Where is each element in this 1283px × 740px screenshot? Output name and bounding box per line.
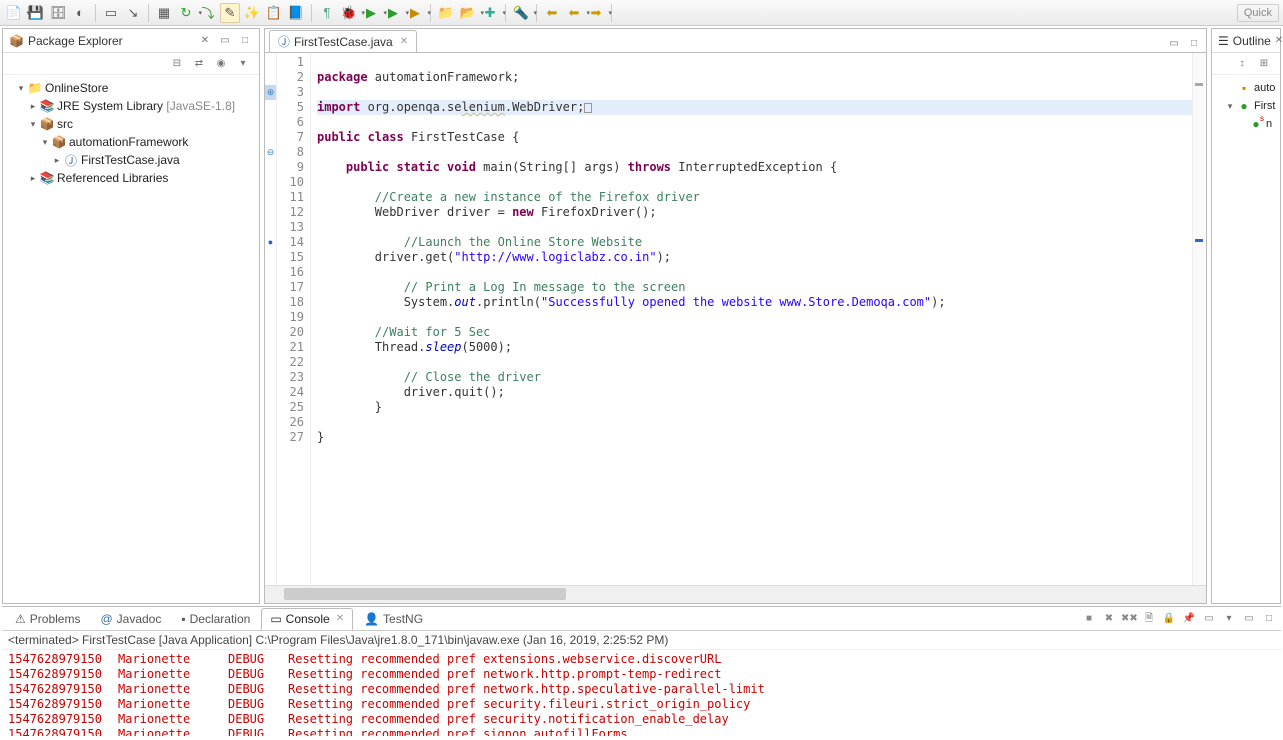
outline-class[interactable]: ▾●First: [1212, 97, 1280, 115]
wand-icon[interactable]: ✎: [220, 3, 240, 23]
console-line: 1547628979150MarionetteDEBUGResetting re…: [8, 727, 1275, 736]
project-node[interactable]: ▾📁OnlineStore: [3, 79, 259, 97]
tab-close-icon[interactable]: ✕: [400, 36, 408, 47]
package-node[interactable]: ▾📦automationFramework: [3, 133, 259, 151]
save-icon[interactable]: 💾: [26, 3, 46, 23]
console-line: 1547628979150MarionetteDEBUGResetting re…: [8, 697, 1275, 712]
sort-icon[interactable]: ↕: [1234, 56, 1250, 72]
code-editor[interactable]: package automationFramework; import org.…: [311, 53, 1192, 585]
maximize-icon[interactable]: □: [1186, 36, 1202, 52]
outline-method[interactable]: ●sn: [1212, 115, 1280, 133]
tab-close-icon[interactable]: ✕: [1275, 33, 1283, 49]
step-icon[interactable]: ⤵: [198, 3, 218, 23]
referenced-libs-node[interactable]: ▸📚Referenced Libraries: [3, 169, 259, 187]
new-class-icon[interactable]: ✚: [480, 3, 500, 23]
search-icon[interactable]: 🔦: [511, 3, 531, 23]
panel-title: Package Explorer: [28, 34, 193, 48]
book-icon[interactable]: 📘: [286, 3, 306, 23]
link-icon[interactable]: ↘: [123, 3, 143, 23]
terminated-label: <terminated> FirstTestCase [Java Applica…: [2, 631, 1281, 650]
save-all-icon[interactable]: 🗄: [48, 3, 68, 23]
display-icon[interactable]: ▭: [1201, 611, 1217, 627]
refresh-icon[interactable]: ↻: [176, 3, 196, 23]
outline-pkg[interactable]: ▪auto: [1212, 79, 1280, 97]
coverage-icon[interactable]: ▶: [383, 3, 403, 23]
menu-icon[interactable]: ▾: [235, 56, 251, 72]
remove-icon[interactable]: ✖: [1101, 611, 1117, 627]
line-gutter[interactable]: 1235678910111213141516171819202122232425…: [277, 53, 311, 585]
grid-icon[interactable]: ▦: [154, 3, 174, 23]
java-file-node[interactable]: ▸ⒿFirstTestCase.java: [3, 151, 259, 169]
maximize-icon[interactable]: □: [237, 33, 253, 49]
open-console-icon[interactable]: ▾: [1221, 611, 1237, 627]
filter-icon[interactable]: ⊞: [1256, 56, 1272, 72]
minimize-icon[interactable]: ▭: [1241, 611, 1257, 627]
fwd-icon[interactable]: ➡: [586, 3, 606, 23]
clear-icon[interactable]: 🗎: [1141, 611, 1157, 627]
panel-title: Outline: [1233, 34, 1271, 48]
src-node[interactable]: ▾📦src: [3, 115, 259, 133]
at-icon: @: [100, 612, 112, 626]
minimize-icon[interactable]: ▭: [1166, 36, 1182, 52]
magic-icon[interactable]: ✨: [242, 3, 262, 23]
switch-icon[interactable]: ◐: [70, 3, 90, 23]
scroll-lock-icon[interactable]: 🔒: [1161, 611, 1177, 627]
tab-close-icon[interactable]: ✕: [197, 33, 213, 49]
warning-icon: ⚠: [15, 612, 26, 626]
console-line: 1547628979150MarionetteDEBUGResetting re…: [8, 682, 1275, 697]
console-icon: ▭: [270, 612, 281, 626]
tab-label: FirstTestCase.java: [294, 35, 393, 49]
open-type-icon[interactable]: 📂: [458, 3, 478, 23]
bottom-panel: ⚠Problems @Javadoc ▪Declaration ▭Console…: [2, 606, 1281, 736]
decl-icon: ▪: [181, 612, 185, 626]
mylyn-icon[interactable]: ▭: [101, 3, 121, 23]
prev-ann-icon[interactable]: ⬅: [542, 3, 562, 23]
tab-console[interactable]: ▭Console✕: [261, 608, 353, 630]
testng-icon: 👤: [364, 612, 379, 626]
tab-testng[interactable]: 👤TestNG: [355, 608, 432, 630]
h-scrollbar[interactable]: [265, 585, 1206, 603]
pin-icon[interactable]: 📌: [1181, 611, 1197, 627]
focus-icon[interactable]: ◉: [213, 56, 229, 72]
minimize-icon[interactable]: ▭: [217, 33, 233, 49]
console-line: 1547628979150MarionetteDEBUGResetting re…: [8, 667, 1275, 682]
console-output[interactable]: 1547628979150MarionetteDEBUGResetting re…: [2, 650, 1281, 736]
main-toolbar: 📄 💾 🗄 ◐ ▭ ↘ ▦ ↻ ⤵ ✎ ✨ 📋 📘 ¶ 🐞 ▶ ▶ ▶ 📁 📂 …: [0, 0, 1283, 26]
editor-tab[interactable]: Ⓙ FirstTestCase.java ✕: [269, 30, 417, 52]
collapse-icon[interactable]: ⊟: [169, 56, 185, 72]
remove-all-icon[interactable]: ✖✖: [1121, 611, 1137, 627]
new-pkg-icon[interactable]: 📁: [436, 3, 456, 23]
marker-bar[interactable]: ⊕ ⊖ ●: [265, 53, 277, 585]
ext-tools-icon[interactable]: ▶: [405, 3, 425, 23]
overview-ruler[interactable]: [1192, 53, 1206, 585]
back-icon[interactable]: ⬅: [564, 3, 584, 23]
tab-declaration[interactable]: ▪Declaration: [172, 608, 259, 630]
tab-problems[interactable]: ⚠Problems: [6, 608, 89, 630]
task-icon[interactable]: 📋: [264, 3, 284, 23]
run-icon[interactable]: ▶: [361, 3, 381, 23]
project-tree: ▾📁OnlineStore ▸📚JRE System Library [Java…: [3, 75, 259, 603]
link-editor-icon[interactable]: ⇄: [191, 56, 207, 72]
java-file-icon: Ⓙ: [278, 33, 290, 50]
terminate-icon[interactable]: ■: [1081, 611, 1097, 627]
package-icon: 📦: [9, 34, 24, 48]
jre-node[interactable]: ▸📚JRE System Library [JavaSE-1.8]: [3, 97, 259, 115]
console-line: 1547628979150MarionetteDEBUGResetting re…: [8, 652, 1275, 667]
editor-panel: Ⓙ FirstTestCase.java ✕ ▭ □ ⊕ ⊖ ● 1235678…: [264, 28, 1207, 604]
new-icon[interactable]: 📄: [4, 3, 24, 23]
maximize-icon[interactable]: □: [1261, 611, 1277, 627]
para-icon[interactable]: ¶: [317, 3, 337, 23]
outline-icon: ☰: [1218, 34, 1229, 48]
quick-access[interactable]: Quick: [1237, 4, 1279, 22]
debug-icon[interactable]: 🐞: [339, 3, 359, 23]
tab-javadoc[interactable]: @Javadoc: [91, 608, 170, 630]
outline-panel: ☰ Outline ✕ ↕ ⊞ ▪auto ▾●First ●sn: [1211, 28, 1281, 604]
package-explorer-panel: 📦 Package Explorer ✕ ▭ □ ⊟ ⇄ ◉ ▾ ▾📁Onlin…: [2, 28, 260, 604]
console-line: 1547628979150MarionetteDEBUGResetting re…: [8, 712, 1275, 727]
close-icon[interactable]: ✕: [336, 613, 344, 624]
